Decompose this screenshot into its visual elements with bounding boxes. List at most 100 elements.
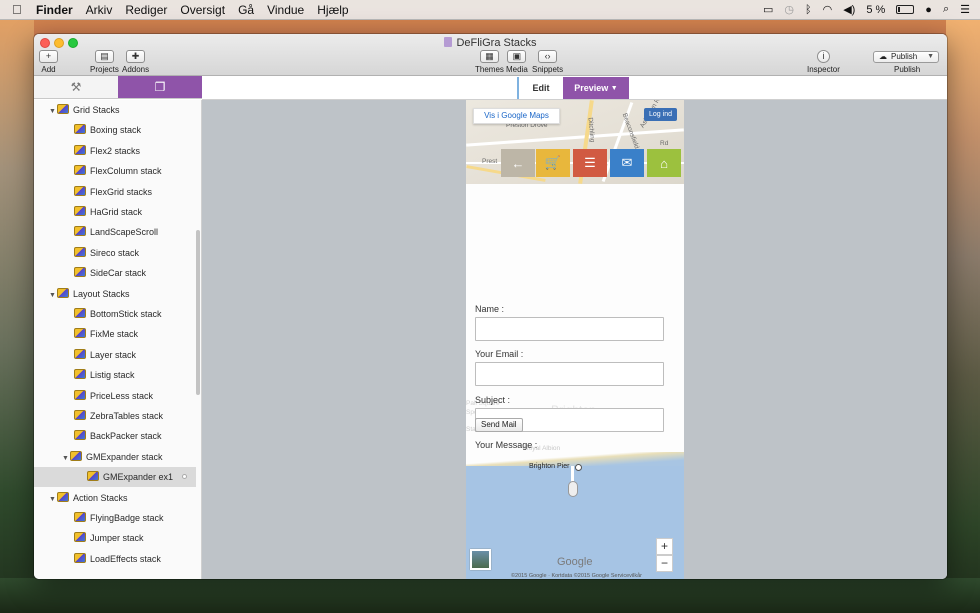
menu-arkiv[interactable]: Arkiv (86, 3, 113, 17)
name-field[interactable] (475, 317, 664, 341)
edit-mode-button[interactable]: Edit (517, 77, 563, 99)
desktop-wallpaper-bottom (0, 578, 980, 613)
menu-ga[interactable]: Gå (238, 3, 254, 17)
email-field[interactable] (475, 362, 664, 386)
subject-label: Subject : (475, 395, 511, 405)
menu-hjaelp[interactable]: Hjælp (317, 3, 348, 17)
sidebar-item[interactable]: ▼ Layout Stacks (34, 284, 194, 304)
sidebar-item[interactable]: SideCar stack (34, 263, 194, 283)
sidebar-item[interactable]: LandScapeScroll (34, 222, 194, 242)
desktop-wallpaper-left (0, 20, 34, 613)
inspector-button[interactable]: i Inspector (807, 50, 840, 74)
sidebar-item[interactable]: FlexColumn stack (34, 161, 194, 181)
menu-oversigt[interactable]: Oversigt (180, 3, 225, 17)
stack-cube-icon (74, 328, 86, 339)
sidebar-item[interactable]: ▼ Action Stacks (34, 488, 194, 508)
disclosure-triangle-icon[interactable]: ▼ (49, 102, 57, 122)
sidebar-item[interactable]: Jumper stack (34, 528, 194, 548)
sidebar-item[interactable]: ▼ Grid Stacks (34, 100, 194, 120)
user-icon[interactable]: ● (925, 4, 932, 16)
satellite-view-toggle[interactable] (470, 549, 491, 570)
sidebar-item[interactable]: LoadEffects stack (34, 549, 194, 569)
sidebar-item-label: SideCar stack (90, 268, 147, 279)
back-nav-button[interactable]: ← (501, 149, 535, 177)
battery-icon[interactable] (896, 5, 915, 14)
pages-icon: ❐ (154, 80, 166, 94)
sidebar-item-label: PriceLess stack (90, 390, 154, 401)
time-machine-icon[interactable]: ◷ (784, 3, 794, 16)
sidebar-item[interactable]: Listig stack (34, 365, 194, 385)
tab-stacks-library[interactable]: ❐ (118, 76, 202, 98)
sidebar-item-label: Boxing stack (90, 125, 142, 136)
stacks-library-tree: ▼ Grid Stacks Boxing stack Flex2 stacks Flex… (34, 100, 202, 579)
view-in-google-maps-link[interactable]: Vis i Google Maps (473, 108, 560, 124)
sidebar-item[interactable]: FixMe stack (34, 324, 194, 344)
send-mail-button[interactable]: Send Mail (475, 418, 523, 432)
zoom-out-button[interactable]: − (656, 555, 673, 572)
menu-rediger[interactable]: Rediger (125, 3, 167, 17)
sidebar-item[interactable]: FlexGrid stacks (34, 182, 194, 202)
app-window: DeFliGra Stacks + Add ▤ Projects ✚ Addon… (34, 34, 947, 579)
wifi-icon[interactable]: ◠ (823, 3, 833, 16)
volume-icon[interactable]: ◀) (843, 3, 855, 16)
mail-nav-button[interactable]: ✉ (610, 149, 644, 177)
cart-nav-button[interactable]: 🛒 (536, 149, 570, 177)
sidebar-item[interactable]: BottomStick stack (34, 304, 194, 324)
sidebar-item[interactable]: ZebraTables stack (34, 406, 194, 426)
media-button[interactable]: ▣ Media (506, 50, 528, 74)
sidebar-item[interactable]: PriceLess stack (34, 386, 194, 406)
sidebar-item[interactable]: BackPacker stack (34, 426, 194, 446)
publish-dropdown-button[interactable]: ☁ Publish ▼ (873, 51, 939, 63)
menu-finder[interactable]: Finder (36, 3, 73, 17)
sidebar-item[interactable]: FlyingBadge stack (34, 508, 194, 528)
stack-cube-icon (57, 104, 69, 114)
mobile-preview: Preston Drove Prest Ditchling Beaconsfie… (466, 100, 684, 579)
sidebar-item[interactable]: Sireco stack (34, 243, 194, 263)
sidebar-item-label: Action Stacks (73, 492, 128, 503)
sidebar-item[interactable]: GMExpander ex1 (34, 467, 196, 488)
themes-button[interactable]: ▦ Themes (475, 50, 504, 74)
sidebar-item[interactable]: ▼ GMExpander stack (34, 447, 194, 467)
map-shoreline (466, 452, 684, 466)
sidebar-scrollbar[interactable] (196, 230, 200, 395)
list-nav-button[interactable]: ☰ (573, 149, 607, 177)
menu-bar:  Finder Arkiv Rediger Oversigt Gå Vindu… (0, 0, 980, 20)
sidebar-item[interactable]: Layer stack (34, 345, 194, 365)
map-copyright[interactable]: ©2015 Google · Kortdata ©2015 Google Ser… (511, 573, 642, 579)
sidebar-item[interactable]: Boxing stack (34, 120, 194, 140)
login-button[interactable]: Log ind (644, 108, 677, 121)
preview-mode-button[interactable]: Preview ▼ (563, 77, 629, 99)
mode-bar: Edit Preview ▼ (202, 76, 947, 100)
home-nav-button[interactable]: ⌂ (647, 149, 681, 177)
addons-button[interactable]: ✚ Addons (122, 50, 149, 74)
stack-cube-icon (70, 450, 82, 461)
bluetooth-icon[interactable]: ᛒ (805, 4, 812, 16)
spotlight-search-icon[interactable]: ⌕ (943, 3, 949, 16)
projects-button[interactable]: ▤ Projects (90, 50, 119, 74)
disclosure-triangle-icon[interactable]: ▼ (49, 286, 57, 306)
sidebar-item-label: Sireco stack (90, 247, 140, 258)
menu-vindue[interactable]: Vindue (267, 3, 304, 17)
sidebar-item[interactable]: Flex2 stacks (34, 141, 194, 161)
sidebar-item[interactable]: HaGrid stack (34, 202, 194, 222)
airplay-icon[interactable]: ▭ (763, 3, 773, 16)
apple-menu-icon[interactable]:  (12, 2, 26, 17)
window-title: DeFliGra Stacks (34, 37, 947, 49)
sidebar-item-label: HaGrid stack (90, 207, 143, 217)
battery-percent[interactable]: 5 % (866, 4, 885, 16)
zoom-in-button[interactable]: + (656, 538, 673, 555)
disclosure-triangle-icon[interactable]: ▼ (62, 449, 70, 469)
pier-marker-icon[interactable] (575, 464, 582, 471)
sidebar-item-label: BackPacker stack (90, 431, 162, 442)
chevron-down-icon: ▼ (927, 53, 934, 60)
notification-center-icon[interactable]: ☰ (960, 3, 970, 16)
stack-cube-icon (74, 430, 86, 441)
wrench-icon: ⚒ (70, 80, 82, 94)
disclosure-triangle-icon[interactable]: ▼ (49, 490, 57, 510)
sidebar-item-label: LandScapeScroll (90, 227, 159, 238)
publish-label: Publish (894, 65, 921, 74)
home-icon: ⌂ (660, 155, 668, 171)
tab-settings[interactable]: ⚒ (34, 76, 118, 98)
snippets-button[interactable]: ‹› Snippets (532, 50, 563, 74)
add-button[interactable]: + Add (39, 50, 58, 74)
